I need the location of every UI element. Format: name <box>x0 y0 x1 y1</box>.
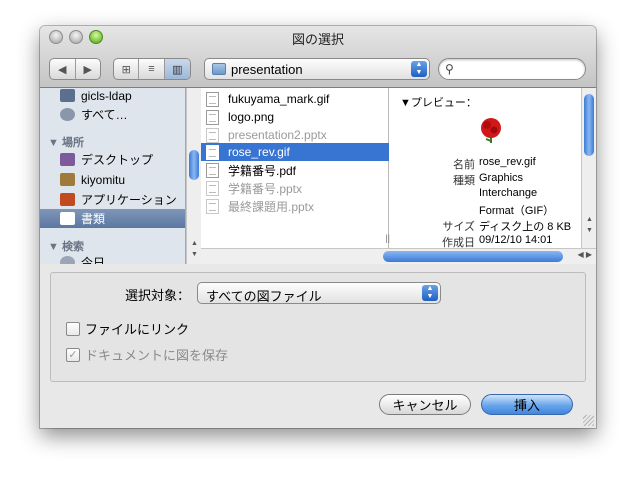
filter-value: すべての図ファイル <box>206 289 322 304</box>
horizontal-scroll-thumb[interactable] <box>383 251 563 262</box>
preview-header: ▼プレビュー： <box>400 97 477 109</box>
cancel-button[interactable]: キャンセル <box>379 394 471 415</box>
popup-arrows-icon: ▲ ▼ <box>411 61 427 77</box>
sidebar-item-applications[interactable]: アプリケーション <box>40 190 185 209</box>
sidebar-item-label: 今日 <box>81 256 106 264</box>
folder-icon <box>212 63 226 75</box>
sidebar-item-documents[interactable]: 書類 <box>40 209 185 228</box>
sidebar-item-label: アプリケーション <box>81 193 177 207</box>
back-button[interactable]: ◀ <box>50 59 76 79</box>
sidebar-item-all[interactable]: すべて… <box>40 105 185 124</box>
view-mode-switcher: ⊞ ≡ ▥ <box>113 58 191 80</box>
places-header: ▼ 場所 <box>48 137 84 149</box>
popup-arrows-icon: ▲ ▼ <box>422 285 438 301</box>
file-row: 学籍番号.pptx <box>201 179 389 197</box>
sidebar-item-label: デスクトップ <box>81 153 154 167</box>
document-icon <box>206 109 219 125</box>
scroll-arrows-icon[interactable]: ▲ ▼ <box>187 238 202 260</box>
file-name: logo.png <box>228 110 275 124</box>
clock-icon <box>60 256 75 264</box>
sidebar-item-label: gicls-ldap <box>81 88 132 103</box>
preview-scrollbar[interactable]: ▲ ▼ <box>581 88 596 248</box>
icon-view-button[interactable]: ⊞ <box>114 59 140 79</box>
desktop-icon <box>60 153 75 166</box>
sidebar-item-desktop[interactable]: デスクトップ <box>40 150 185 169</box>
save-with-document-checkbox: ✓ ドキュメントに図を保存 <box>66 345 228 364</box>
file-name: 学籍番号.pptx <box>228 181 303 196</box>
file-name: fukuyama_mark.gif <box>228 92 330 106</box>
sidebar-item-label: 書類 <box>81 212 106 226</box>
link-to-file-checkbox[interactable]: ファイルにリンク <box>66 319 189 338</box>
file-name: presentation2.pptx <box>228 128 327 142</box>
name-key: 名前 <box>453 159 475 171</box>
sidebar-item-label: kiyomitu <box>81 172 126 187</box>
document-icon <box>206 91 219 107</box>
document-icon <box>206 198 219 214</box>
file-row[interactable]: rose_rev.gif <box>201 143 389 161</box>
preview-scroll-thumb[interactable] <box>584 94 594 156</box>
document-icon <box>206 180 219 196</box>
home-icon <box>60 173 75 186</box>
file-name: 最終課題用.pptx <box>228 199 315 214</box>
file-column: fukuyama_mark.gif logo.png presentation2… <box>201 88 390 264</box>
sidebar-scrollbar[interactable]: ▲ ▼ <box>186 88 201 264</box>
file-row[interactable]: fukuyama_mark.gif <box>201 90 389 108</box>
title-toolbar: 図の選択 ◀ ▶ ⊞ ≡ ▥ presentation ▲ ▼ ⚲ <box>40 26 596 88</box>
horizontal-scrollbar[interactable]: ◀ ▶ <box>201 248 596 264</box>
checkmark-icon: ✓ <box>66 347 80 362</box>
kind-value-2: Interchange <box>479 187 538 199</box>
applications-icon <box>60 193 75 206</box>
search-icon: ⚲ <box>445 62 454 76</box>
filter-label: 選択対象： <box>125 288 191 303</box>
checkbox-box <box>66 321 80 336</box>
sidebar-item-label: すべて… <box>81 108 128 122</box>
file-browser: gicls-ldap すべて… ▼ 場所 デスクトップ kiyomitu アプリ… <box>40 88 596 264</box>
document-icon <box>206 127 219 143</box>
sidebar-item-today[interactable]: 今日 <box>40 253 185 264</box>
file-row: 最終課題用.pptx <box>201 197 389 215</box>
size-key: サイズ <box>442 221 475 233</box>
save-with-document-label: ドキュメントに図を保存 <box>85 348 229 363</box>
sidebar-scroll-thumb[interactable] <box>189 150 199 180</box>
options-panel: 選択対象： すべての図ファイル ▲ ▼ ファイルにリンク ✓ ドキュメントに図を保… <box>50 272 586 382</box>
forward-button[interactable]: ▶ <box>76 59 101 79</box>
resize-grip-icon[interactable] <box>583 415 594 426</box>
sidebar-item-home[interactable]: kiyomitu <box>40 170 185 189</box>
filter-popup[interactable]: すべての図ファイル ▲ ▼ <box>197 282 441 304</box>
file-name: 学籍番号.pdf <box>228 163 297 178</box>
location-popup[interactable]: presentation ▲ ▼ <box>204 58 430 80</box>
file-row[interactable]: 学籍番号.pdf <box>201 161 389 179</box>
window-title: 図の選択 <box>291 32 344 47</box>
location-label: presentation <box>231 62 303 77</box>
file-row[interactable]: logo.png <box>201 108 389 126</box>
kind-value-3: Format（GIF） <box>479 205 555 217</box>
network-globe-icon <box>60 108 75 121</box>
size-value: ディスク上の 8 KB <box>479 221 572 233</box>
preview-pane: ▼プレビュー： 名前 rose_rev.gif 種類 Graphics Inte… <box>390 88 596 264</box>
document-icon <box>206 162 219 178</box>
file-name: rose_rev.gif <box>228 145 290 159</box>
horizontal-arrows-icon[interactable]: ◀ ▶ <box>577 250 592 259</box>
sidebar-item-gicls-ldap[interactable]: gicls-ldap <box>40 88 185 105</box>
link-to-file-label: ファイルにリンク <box>85 322 190 337</box>
nav-buttons: ◀ ▶ <box>49 58 101 80</box>
name-value: rose_rev.gif <box>479 156 536 168</box>
scroll-arrows-icon[interactable]: ▲ ▼ <box>582 214 597 236</box>
kind-value-1: Graphics <box>479 172 524 184</box>
list-view-button[interactable]: ≡ <box>139 59 165 79</box>
file-row: presentation2.pptx <box>201 126 389 144</box>
insert-button[interactable]: 挿入 <box>481 394 573 415</box>
search-field[interactable]: ⚲ <box>438 58 586 80</box>
network-disk-icon <box>60 89 75 102</box>
documents-icon <box>60 212 75 225</box>
rose-thumbnail-icon <box>481 118 501 143</box>
search-header: ▼ 検索 <box>48 241 84 253</box>
sidebar: gicls-ldap すべて… ▼ 場所 デスクトップ kiyomitu アプリ… <box>40 88 186 264</box>
document-icon <box>206 144 219 160</box>
file-dialog: 図の選択 ◀ ▶ ⊞ ≡ ▥ presentation ▲ ▼ ⚲ gicls-l… <box>40 26 596 428</box>
kind-key: 種類 <box>453 175 475 187</box>
column-view-button[interactable]: ▥ <box>164 59 190 79</box>
created-value: 09/12/10 14:01 <box>479 234 553 246</box>
